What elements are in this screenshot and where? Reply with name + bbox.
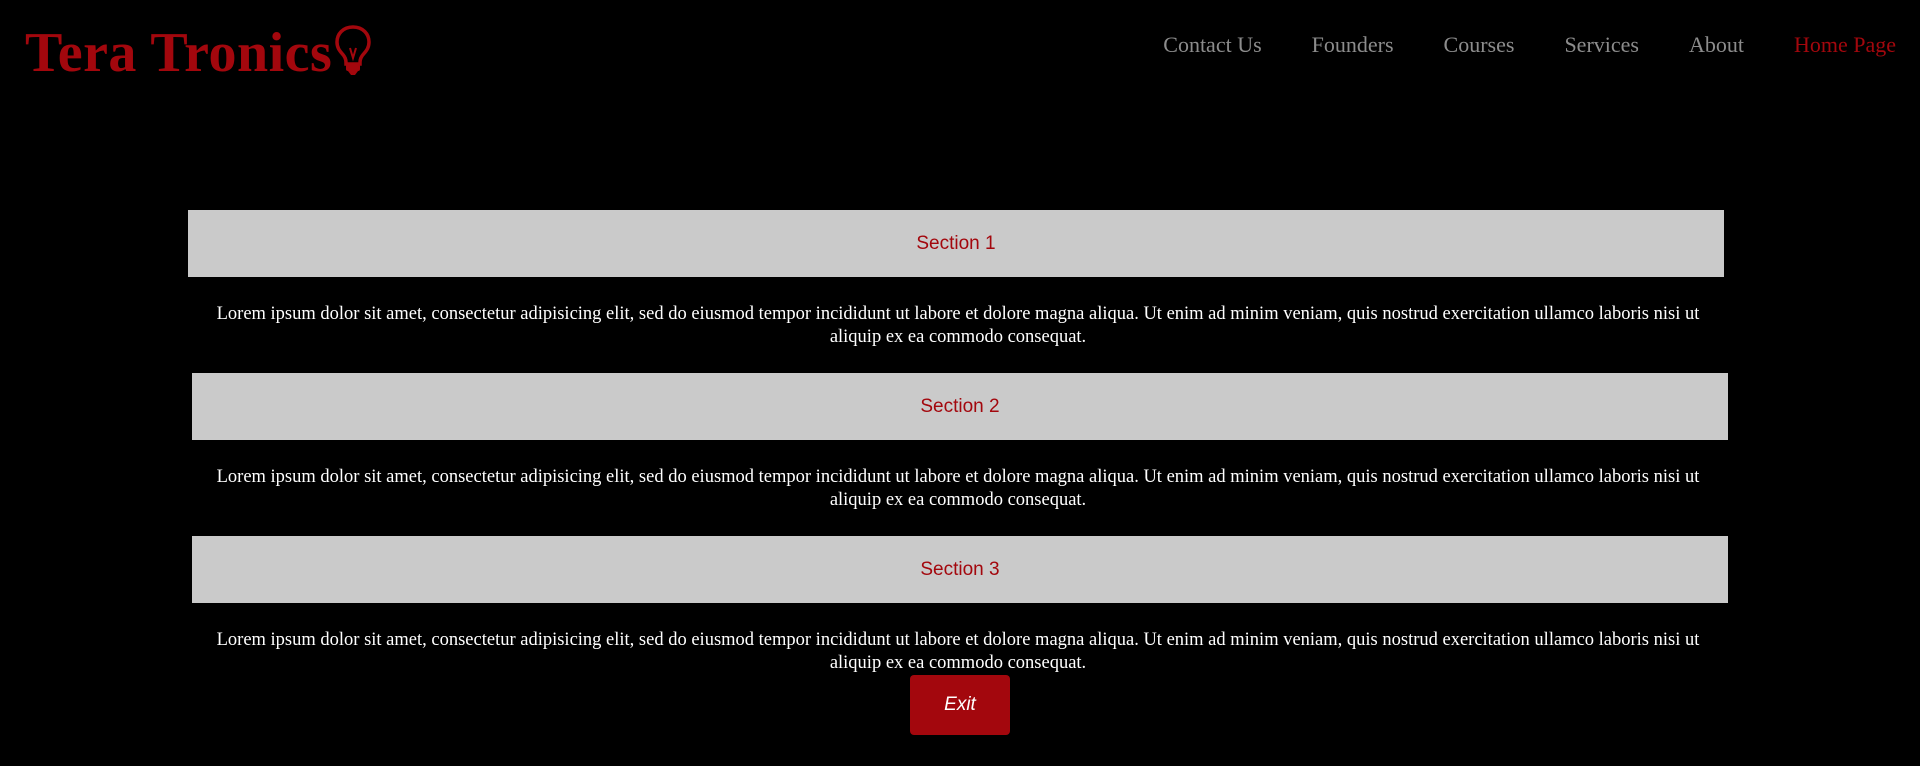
section-1-header[interactable]: Section 1	[188, 210, 1724, 277]
nav-item-services[interactable]: Services	[1564, 30, 1639, 60]
exit-button[interactable]: Exit	[910, 675, 1010, 735]
section-2-text: Lorem ipsum dolor sit amet, consectetur …	[216, 467, 1700, 510]
section-1-text: Lorem ipsum dolor sit amet, consectetur …	[216, 304, 1700, 347]
nav-item-contact-us[interactable]: Contact Us	[1163, 30, 1261, 60]
section-1-body: Lorem ipsum dolor sit amet, consectetur …	[188, 277, 1728, 373]
nav-item-about[interactable]: About	[1689, 30, 1744, 60]
nav-item-courses[interactable]: Courses	[1444, 30, 1515, 60]
brand-logo[interactable]: Tera Tronics	[25, 22, 372, 84]
sections-accordion: Section 1 Lorem ipsum dolor sit amet, co…	[188, 210, 1728, 695]
nav-item-home-page[interactable]: Home Page	[1794, 30, 1896, 60]
section-3-header[interactable]: Section 3	[192, 536, 1728, 603]
nav-item-founders[interactable]: Founders	[1312, 30, 1394, 60]
section-3-text: Lorem ipsum dolor sit amet, consectetur …	[216, 630, 1700, 673]
section-2-body: Lorem ipsum dolor sit amet, consectetur …	[188, 440, 1728, 536]
main-nav: Contact Us Founders Courses Services Abo…	[1113, 30, 1896, 60]
lightbulb-icon	[335, 25, 372, 75]
section-2-header[interactable]: Section 2	[192, 373, 1728, 440]
brand-name: Tera Tronics	[25, 22, 333, 84]
